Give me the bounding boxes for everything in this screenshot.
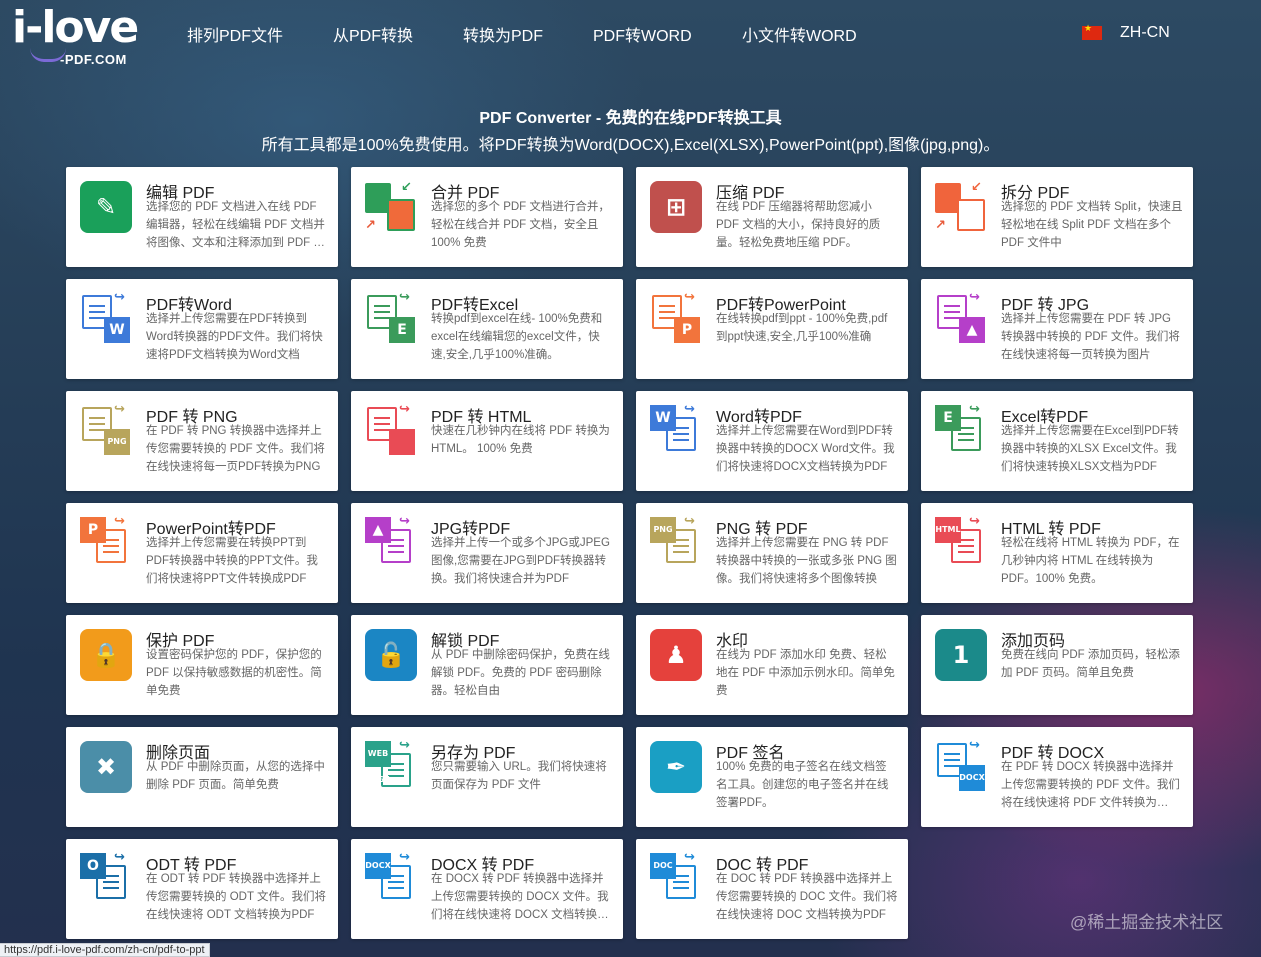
tool-card-delete-pages[interactable]: ✖ 删除页面从 PDF 中删除页面，从您的选择中删除 PDF 页面。简单免费: [66, 727, 338, 827]
tool-card-compress-pdf[interactable]: ⊞ 压缩 PDF 在线 PDF 压缩器将帮助您减小 PDF 文档的大小，保持良好的质…: [636, 167, 908, 267]
nav-item-arrange-pdf[interactable]: 排列PDF文件: [187, 22, 283, 46]
language-selector[interactable]: ZH-CN: [1082, 23, 1170, 42]
top-navigation-bar: i-love -PDF.COM 排列PDF文件 从PDF转换 转换为PDF PD…: [0, 0, 1261, 72]
nav-item-small-file-to-word[interactable]: 小文件转WORD: [742, 22, 857, 46]
save-as-pdf-icon: WEB PAGE ↪: [365, 737, 417, 793]
tool-description: 在 DOCX 转 PDF 转换器中选择并上传您需要转换的 DOCX 文件。我们将…: [431, 873, 609, 921]
tool-card-pdf-to-html[interactable]: ↪ PDF 转 HTML 快速在几秒钟内在线将 PDF 转换为 HTML。 100%…: [351, 391, 623, 491]
tool-card-pdf-to-powerpoint[interactable]: P ↪ PDF转PowerPoint 在线转换pdf到ppt - 100%免费,pdf…: [636, 279, 908, 379]
tool-card-odt-to-pdf[interactable]: O ↪ ODT 转 PDF 在 ODT 转 PDF 转换器中选择并上传您需要转换的 O…: [66, 839, 338, 939]
tool-description: 转换pdf到excel在线- 100%免费和excel在线编辑您的excel文件…: [431, 313, 603, 361]
tool-description: 免费在线向 PDF 添加页码，轻松添加 PDF 页码。简单且免费: [1001, 649, 1180, 679]
pdf-to-powerpoint-icon: P ↪: [650, 289, 702, 345]
png-to-pdf-icon: PNG ↪: [650, 513, 702, 569]
tool-card-save-as-pdf[interactable]: WEB PAGE ↪ 另存为 PDF 您只需要输入 URL。我们将快速将页面保存为 P…: [351, 727, 623, 827]
nav-item-convert-from-pdf[interactable]: 从PDF转换: [333, 22, 413, 46]
tool-description: 在 ODT 转 PDF 转换器中选择并上传您需要转换的 ODT 文件。我们将在线…: [146, 873, 326, 921]
tool-description: 选择您的多个 PDF 文档进行合并，轻松在线合并 PDF 文档，安全且 100%…: [431, 201, 610, 249]
add-page-numbers-icon: 1: [935, 629, 987, 681]
pdf-to-jpg-icon: ▲ ↪: [935, 289, 987, 345]
odt-to-pdf-icon: O ↪: [80, 849, 132, 905]
tool-card-docx-to-pdf[interactable]: DOCX ↪ DOCX 转 PDF 在 DOCX 转 PDF 转换器中选择并上传您需要…: [351, 839, 623, 939]
tool-description: 从 PDF 中删除页面，从您的选择中删除 PDF 页面。简单免费: [146, 761, 325, 791]
watermark-text: @稀土掘金技术社区: [1070, 913, 1224, 932]
tool-description: 在线 PDF 压缩器将帮助您减小 PDF 文档的大小，保持良好的质量。轻松免费地…: [716, 201, 881, 249]
powerpoint-to-pdf-icon: P ↪: [80, 513, 132, 569]
nav-item-pdf-to-word[interactable]: PDF转WORD: [593, 22, 692, 46]
tool-description: 您只需要输入 URL。我们将快速将页面保存为 PDF 文件: [431, 761, 607, 791]
tool-card-pdf-to-word[interactable]: W ↪ PDF转Word 选择并上传您需要在PDF转换到Word转换器的PDF文件。我…: [66, 279, 338, 379]
page-title: PDF Converter - 免费的在线PDF转换工具: [479, 110, 782, 127]
split-pdf-icon: ↙ ↗: [935, 179, 987, 233]
delete-pages-icon: ✖: [80, 741, 132, 793]
tool-description: 选择并上传您需要在Excel到PDF转换器中转换的XLSX Excel文件。我们…: [1001, 425, 1179, 473]
tool-description: 选择并上传您需要在Word到PDF转换器中转换的DOCX Word文件。我们将快…: [716, 425, 895, 473]
tool-card-doc-to-pdf[interactable]: DOC ↪ DOC 转 PDF 在 DOC 转 PDF 转换器中选择并上传您需要转换的…: [636, 839, 908, 939]
tool-description: 设置密码保护您的 PDF，保护您的 PDF 以保持敏感数据的机密性。简单免费: [146, 649, 322, 697]
docx-to-pdf-icon: DOCX ↪: [365, 849, 417, 905]
pdf-to-html-icon: ↪: [365, 401, 417, 457]
compress-pdf-icon: ⊞: [650, 181, 702, 233]
pdf-to-docx-icon: DOCX ↪: [935, 737, 987, 793]
tool-description: 在线转换pdf到ppt - 100%免费,pdf到ppt快速,安全,几乎100%…: [716, 313, 888, 343]
jpg-to-pdf-icon: ▲ ↪: [365, 513, 417, 569]
tool-card-jpg-to-pdf[interactable]: ▲ ↪ JPG转PDF 选择并上传一个或多个JPG或JPEG图像,您需要在JPG到PD…: [351, 503, 623, 603]
tool-description: 在 PDF 转 DOCX 转换器中选择并上传您需要转换的 PDF 文件。我们将在…: [1001, 761, 1180, 809]
tool-description: 100% 免费的电子签名在线文档签名工具。创建您的电子签名并在线签署PDF。: [716, 761, 889, 809]
tool-card-png-to-pdf[interactable]: PNG ↪ PNG 转 PDF 选择并上传您需要在 PNG 转 PDF 转换器中转换的…: [636, 503, 908, 603]
tool-card-word-to-pdf[interactable]: W ↪ Word转PDF 选择并上传您需要在Word到PDF转换器中转换的DOCX W…: [636, 391, 908, 491]
site-logo[interactable]: i-love -PDF.COM: [12, 2, 144, 68]
tool-description: 选择您的 PDF 文档转 Split，快速且轻松地在线 Split PDF 文档…: [1001, 201, 1183, 249]
tool-card-unlock-pdf[interactable]: 🔓 解锁 PDF 从 PDF 中删除密码保护，免费在线解锁 PDF。免费的 PDF …: [351, 615, 623, 715]
tool-card-pdf-to-jpg[interactable]: ▲ ↪ PDF 转 JPG 选择并上传您需要在 PDF 转 JPG 转换器中转换的 P…: [921, 279, 1193, 379]
tool-description: 选择并上传您需要在转换PPT到PDF转换器中转换的PPT文件。我们将快速将PPT…: [146, 537, 318, 585]
tool-description: 轻松在线将 HTML 转换为 PDF，在几秒钟内将 HTML 在线转换为 PDF…: [1001, 537, 1180, 585]
excel-to-pdf-icon: E ↪: [935, 401, 987, 457]
tool-card-watermark[interactable]: ♟ 水印 在线为 PDF 添加水印 免费、轻松地在 PDF 中添加示例水印。简单免费: [636, 615, 908, 715]
tool-description: 选择并上传一个或多个JPG或JPEG图像,您需要在JPG到PDF转换器转换。我们…: [431, 537, 610, 585]
tool-card-pdf-to-excel[interactable]: E ↪ PDF转Excel 转换pdf到excel在线- 100%免费和excel在线…: [351, 279, 623, 379]
logo-wordmark: i-love: [12, 2, 139, 53]
protect-pdf-icon: 🔒: [80, 629, 132, 681]
merge-pdf-icon: ↙ ↗: [365, 179, 417, 233]
edit-pdf-icon: ✎: [80, 181, 132, 233]
tool-description: 选择您的 PDF 文档进入在线 PDF 编辑器，轻松在线编辑 PDF 文档并将图…: [146, 201, 325, 249]
tool-description: 在 PDF 转 PNG 转换器中选择并上传您需要转换的 PDF 文件。我们将在线…: [146, 425, 325, 473]
pdf-to-png-icon: PNG ↪: [80, 401, 132, 457]
tool-card-pdf-to-png[interactable]: PNG ↪ PDF 转 PNG 在 PDF 转 PNG 转换器中选择并上传您需要转换的…: [66, 391, 338, 491]
tool-card-add-page-numbers[interactable]: 1 添加页码 免费在线向 PDF 添加页码，轻松添加 PDF 页码。简单且免费: [921, 615, 1193, 715]
logo-domain: -PDF.COM: [60, 52, 127, 67]
pdf-to-excel-icon: E ↪: [365, 289, 417, 345]
tool-description: 在线为 PDF 添加水印 免费、轻松地在 PDF 中添加示例水印。简单免费: [716, 649, 895, 697]
tool-description: 在 DOC 转 PDF 转换器中选择并上传您需要转换的 DOC 文件。我们将在线…: [716, 873, 898, 921]
tool-card-html-to-pdf[interactable]: HTML ↪ HTML 转 PDF 轻松在线将 HTML 转换为 PDF，在几秒钟内将…: [921, 503, 1193, 603]
language-label: ZH-CN: [1120, 24, 1170, 41]
html-to-pdf-icon: HTML ↪: [935, 513, 987, 569]
tool-card-edit-pdf[interactable]: ✎ 编辑 PDF 选择您的 PDF 文档进入在线 PDF 编辑器，轻松在线编辑 PD…: [66, 167, 338, 267]
tool-description: 从 PDF 中删除密码保护，免费在线解锁 PDF。免费的 PDF 密码删除器。轻…: [431, 649, 610, 697]
china-flag-icon: [1082, 23, 1102, 40]
unlock-pdf-icon: 🔓: [365, 629, 417, 681]
tool-description: 选择并上传您需要在PDF转换到Word转换器的PDF文件。我们将快速将PDF文档…: [146, 313, 323, 361]
sign-pdf-icon: ✒: [650, 741, 702, 793]
tool-card-powerpoint-to-pdf[interactable]: P ↪ PowerPoint转PDF 选择并上传您需要在转换PPT到PDF转换器中转换…: [66, 503, 338, 603]
tool-description: 选择并上传您需要在 PNG 转 PDF 转换器中转换的一张或多张 PNG 图像。…: [716, 537, 897, 585]
tool-description: 快速在几秒钟内在线将 PDF 转换为 HTML。 100% 免费: [431, 425, 610, 455]
nav-item-convert-to-pdf[interactable]: 转换为PDF: [463, 22, 543, 46]
word-to-pdf-icon: W ↪: [650, 401, 702, 457]
tool-card-protect-pdf[interactable]: 🔒 保护 PDF 设置密码保护您的 PDF，保护您的 PDF 以保持敏感数据的机密性…: [66, 615, 338, 715]
watermark-icon: ♟: [650, 629, 702, 681]
tool-card-sign-pdf[interactable]: ✒ PDF 签名 100% 免费的电子签名在线文档签名工具。创建您的电子签名并在线签…: [636, 727, 908, 827]
tool-card-pdf-to-docx[interactable]: DOCX ↪ PDF 转 DOCX 在 PDF 转 DOCX 转换器中选择并上传您需要…: [921, 727, 1193, 827]
tool-card-split-pdf[interactable]: ↙ ↗ 拆分 PDF 选择您的 PDF 文档转 Split，快速且轻松地在线 Spli…: [921, 167, 1193, 267]
page-subtitle: 所有工具都是100%免费使用。将PDF转换为Word(DOCX),Excel(X…: [261, 137, 1000, 154]
tool-description: 选择并上传您需要在 PDF 转 JPG 转换器中转换的 PDF 文件。我们将在线…: [1001, 313, 1180, 361]
tool-card-merge-pdf[interactable]: ↙ ↗ 合并 PDF 选择您的多个 PDF 文档进行合并，轻松在线合并 PDF 文档，…: [351, 167, 623, 267]
pdf-to-word-icon: W ↪: [80, 289, 132, 345]
tool-card-excel-to-pdf[interactable]: E ↪ Excel转PDF 选择并上传您需要在Excel到PDF转换器中转换的XLSX…: [921, 391, 1193, 491]
browser-status-bar: https://pdf.i-love-pdf.com/zh-cn/pdf-to-…: [0, 943, 210, 957]
doc-to-pdf-icon: DOC ↪: [650, 849, 702, 905]
